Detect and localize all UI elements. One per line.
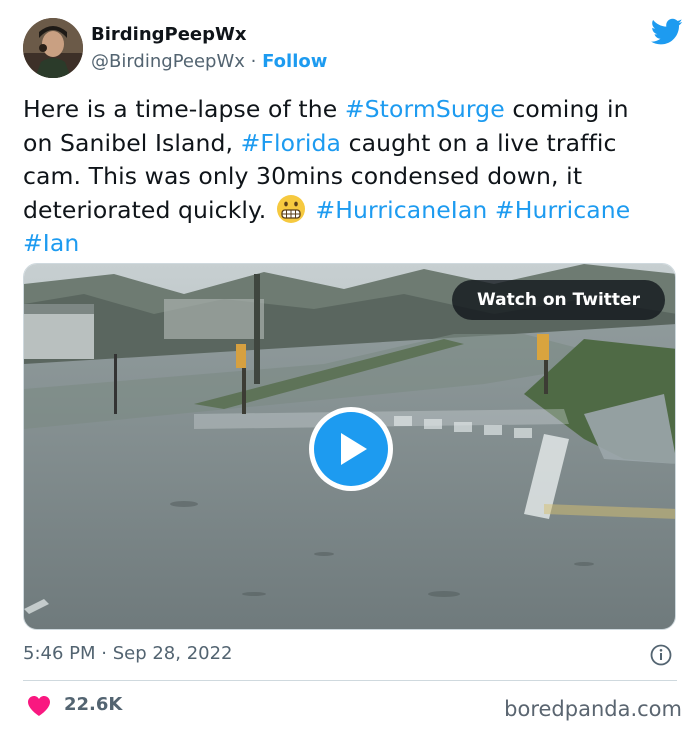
video-player[interactable]: Watch on Twitter (23, 263, 676, 630)
tweet-time: 5:46 PM (23, 643, 96, 664)
hashtag-link[interactable]: #Ian (23, 229, 79, 257)
play-button[interactable] (309, 407, 393, 491)
follow-button[interactable]: Follow (262, 51, 327, 72)
tweet-text-segment: cam. This was only 30mins condensed down… (23, 162, 583, 190)
twitter-bird-icon[interactable] (650, 18, 683, 46)
info-icon[interactable] (650, 644, 672, 666)
tweet-text-segment: coming in (504, 95, 629, 123)
tweet-text-segment: on Sanibel Island, (23, 128, 241, 157)
separator: · (244, 51, 263, 72)
tweet-date: Sep 28, 2022 (112, 643, 233, 664)
tweet-text-segment: Here is a time-lapse of the (23, 95, 345, 123)
divider (23, 680, 677, 681)
play-icon (314, 412, 388, 486)
author-handle-line: @BirdingPeepWx · Follow (91, 51, 327, 72)
tweet-text: Here is a time-lapse of the #StormSurge … (23, 93, 683, 261)
hashtag-link[interactable]: #Hurricane (495, 196, 630, 224)
tweet-timestamp[interactable]: 5:46 PM · Sep 28, 2022 (23, 643, 233, 664)
watermark: boredpanda.com (504, 697, 682, 721)
tweet-header: BirdingPeepWx @BirdingPeepWx · Follow (23, 18, 683, 80)
avatar[interactable] (23, 18, 83, 78)
author-handle[interactable]: @BirdingPeepWx (91, 51, 245, 72)
hashtag-link[interactable]: #StormSurge (345, 95, 505, 123)
tweet-text-line: #Ian (23, 227, 683, 261)
tweet-text-segment: deteriorated quickly. (23, 195, 274, 224)
separator: · (95, 643, 113, 664)
hashtag-link[interactable]: #HurricaneIan (315, 196, 487, 224)
tweet-text-line: on Sanibel Island, #Florida caught on a … (23, 127, 683, 161)
watch-on-twitter-button[interactable]: Watch on Twitter (452, 280, 665, 320)
tweet-text-segment: caught on a live traffic (341, 128, 617, 157)
like-count[interactable]: 22.6K (64, 694, 122, 715)
hashtag-link[interactable]: #Florida (241, 129, 341, 157)
author-name[interactable]: BirdingPeepWx (91, 24, 246, 45)
heart-icon[interactable] (27, 695, 51, 717)
tweet-text-line: deteriorated quickly. #HurricaneIan #Hur… (23, 194, 683, 228)
grimacing-face-emoji (276, 194, 306, 224)
tweet-text-segment (487, 196, 495, 224)
tweet-text-line: cam. This was only 30mins condensed down… (23, 160, 683, 194)
tweet-text-line: Here is a time-lapse of the #StormSurge … (23, 93, 683, 127)
